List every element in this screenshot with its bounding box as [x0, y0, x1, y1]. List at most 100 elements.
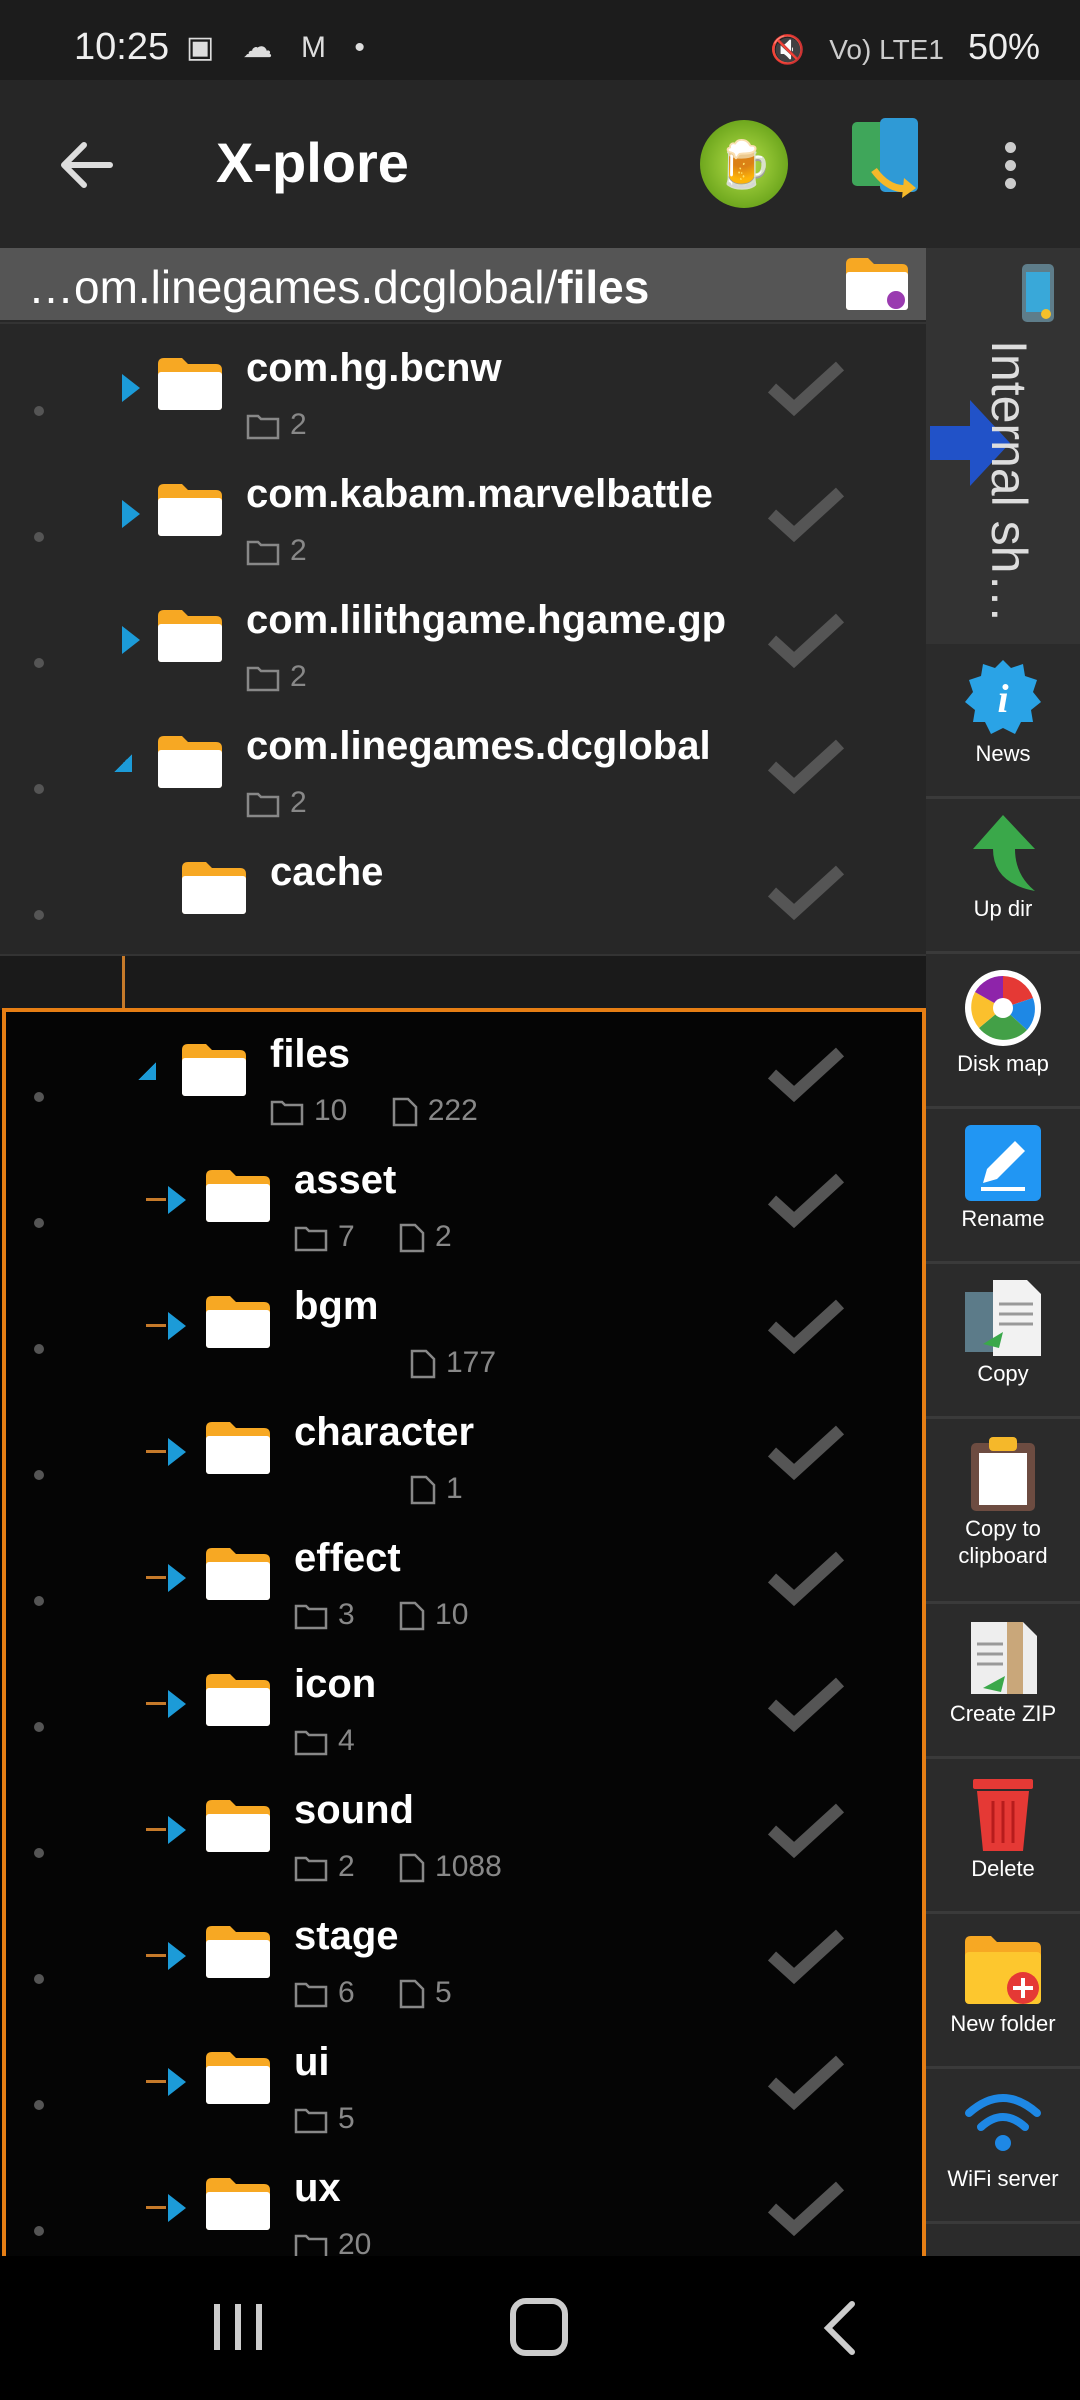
rename-button[interactable]: Rename: [926, 1109, 1080, 1264]
expand-arrow-icon[interactable]: [168, 1186, 186, 1214]
check-icon[interactable]: [766, 1676, 846, 1732]
expand-arrow-icon[interactable]: [168, 1438, 186, 1466]
network-label: Vo) LTE1: [829, 34, 944, 65]
device-transfer-icon[interactable]: [850, 118, 922, 206]
folder-count-icon: [246, 540, 280, 566]
check-icon[interactable]: [766, 1298, 846, 1354]
status-time: 10:25: [74, 26, 170, 68]
svg-text:i: i: [997, 676, 1008, 721]
item-name: ux: [294, 2166, 341, 2210]
list-item[interactable]: icon 4: [0, 1640, 926, 1768]
folder-icon: [206, 1800, 270, 1852]
item-counts: 2: [246, 786, 343, 820]
home-button[interactable]: [510, 2298, 568, 2356]
list-item[interactable]: bgm 177: [0, 1262, 926, 1390]
expand-arrow-icon[interactable]: [168, 1564, 186, 1592]
check-icon[interactable]: [766, 1802, 846, 1858]
copy-icon: [965, 1280, 1041, 1356]
folder-count-icon: [294, 1982, 328, 2008]
list-item[interactable]: com.linegames.dcglobal 2: [0, 702, 926, 830]
expand-arrow-icon[interactable]: [168, 2068, 186, 2096]
beer-donate-icon[interactable]: 🍺: [700, 120, 788, 208]
up-dir-button[interactable]: Up dir: [926, 799, 1080, 954]
tool-sidebar: Internal sh… i News Up dir Disk map Rena…: [926, 248, 1080, 2256]
rename-pencil-icon: [965, 1125, 1041, 1201]
list-item[interactable]: com.kabam.marvelbattle 2: [0, 450, 926, 578]
folder-count-icon: [294, 1604, 328, 1630]
list-item[interactable]: effect 3 10: [0, 1514, 926, 1642]
folder-count-icon: [246, 792, 280, 818]
back-arrow-icon[interactable]: [52, 130, 122, 200]
list-item[interactable]: asset 7 2: [0, 1136, 926, 1264]
item-name: icon: [294, 1662, 377, 1706]
list-item[interactable]: com.lilithgame.hgame.gp 2: [0, 576, 926, 704]
folder-icon: [206, 2052, 270, 2104]
folder-icon: [158, 358, 222, 410]
check-icon[interactable]: [766, 864, 846, 920]
collapse-arrow-icon[interactable]: [114, 754, 132, 772]
check-icon[interactable]: [766, 360, 846, 416]
copy-button[interactable]: Copy: [926, 1264, 1080, 1419]
new-folder-button[interactable]: New folder: [926, 1914, 1080, 2069]
delete-button[interactable]: Delete: [926, 1759, 1080, 1914]
zip-icon: [971, 1622, 1037, 1694]
list-item[interactable]: ux 20: [0, 2144, 926, 2256]
item-counts: 6 5: [294, 1976, 488, 2010]
check-icon[interactable]: [766, 1928, 846, 1984]
app-bar: X-plore 🍺: [0, 80, 1080, 248]
list-item[interactable]: cache: [0, 828, 926, 956]
expand-arrow-icon[interactable]: [168, 1816, 186, 1844]
disk-map-icon: [965, 970, 1041, 1046]
nav-back-icon[interactable]: [820, 2300, 860, 2356]
list-item-current[interactable]: files 10 222: [0, 1010, 926, 1138]
expand-arrow-icon[interactable]: [122, 500, 140, 528]
check-icon[interactable]: [766, 486, 846, 542]
expand-arrow-icon[interactable]: [168, 1312, 186, 1340]
folder-count-icon: [294, 2108, 328, 2134]
check-icon[interactable]: [766, 2054, 846, 2110]
mute-icon: 🔇: [770, 34, 806, 65]
check-icon[interactable]: [766, 2180, 846, 2236]
expand-arrow-icon[interactable]: [122, 374, 140, 402]
check-icon[interactable]: [766, 738, 846, 794]
news-button[interactable]: i News: [926, 644, 1080, 799]
item-name: sound: [294, 1788, 414, 1832]
wifi-server-button[interactable]: WiFi server: [926, 2069, 1080, 2224]
check-icon[interactable]: [766, 1046, 846, 1102]
more-vert-icon[interactable]: [1000, 136, 1020, 196]
recent-apps-icon[interactable]: [210, 2302, 266, 2352]
check-icon[interactable]: [766, 1172, 846, 1228]
check-icon[interactable]: [766, 612, 846, 668]
check-icon[interactable]: [766, 1424, 846, 1480]
item-counts: 20: [294, 2228, 407, 2256]
create-zip-button[interactable]: Create ZIP: [926, 1604, 1080, 1759]
list-item[interactable]: sound 2 1088: [0, 1766, 926, 1894]
file-count-icon: [399, 1601, 425, 1631]
folder-count-icon: [294, 1226, 328, 1252]
expand-arrow-icon[interactable]: [168, 1690, 186, 1718]
folder-icon: [206, 1674, 270, 1726]
list-item[interactable]: character 1: [0, 1388, 926, 1516]
item-counts: 4: [294, 1724, 391, 1758]
copy-to-clipboard-button[interactable]: Copy to clipboard: [926, 1419, 1080, 1604]
path-bar[interactable]: …om.linegames.dcglobal/files: [0, 248, 926, 320]
folder-icon: [158, 610, 222, 662]
expand-arrow-icon[interactable]: [122, 626, 140, 654]
file-count-icon: [399, 1853, 425, 1883]
expand-arrow-icon[interactable]: [168, 2194, 186, 2222]
app-title: X-plore: [216, 131, 409, 194]
storage-tab[interactable]: Internal sh…: [926, 248, 1080, 644]
list-item[interactable]: com.hg.bcnw 2: [0, 324, 926, 452]
check-icon[interactable]: [766, 1550, 846, 1606]
expand-arrow-icon[interactable]: [168, 1942, 186, 1970]
folder-icon: [158, 736, 222, 788]
collapse-arrow-icon[interactable]: [138, 1062, 156, 1080]
folder-icon: [206, 2178, 270, 2230]
notification-icons: ▣ ☁ M •: [186, 31, 375, 64]
disk-map-button[interactable]: Disk map: [926, 954, 1080, 1109]
file-count-icon: [410, 1349, 436, 1379]
item-name: stage: [294, 1914, 399, 1958]
folder-options-icon[interactable]: [844, 256, 910, 312]
list-item[interactable]: stage 6 5: [0, 1892, 926, 2020]
list-item[interactable]: ui 5: [0, 2018, 926, 2146]
